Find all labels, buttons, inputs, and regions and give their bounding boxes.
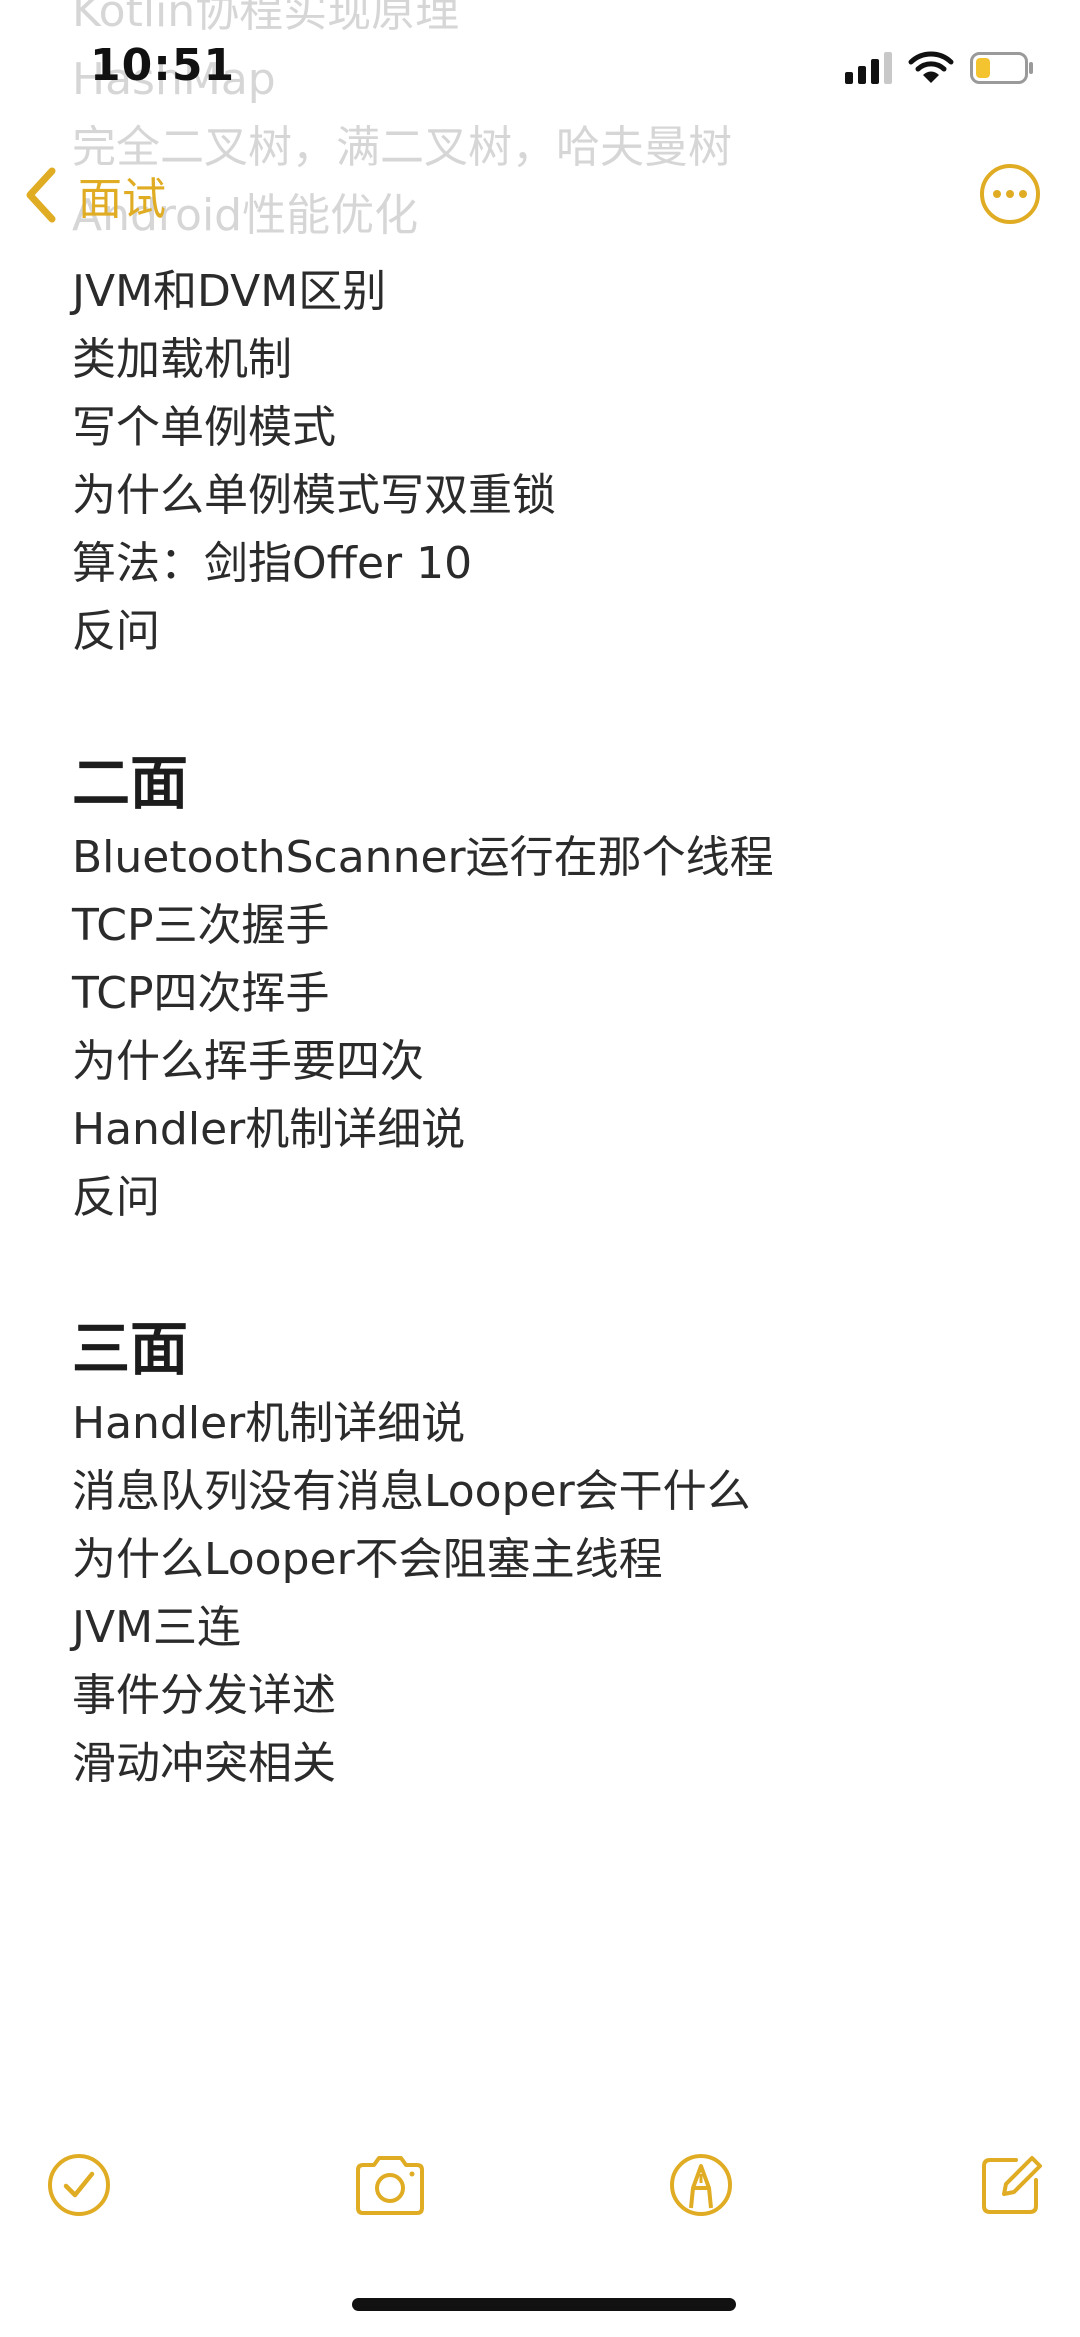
bottom-toolbar <box>0 2150 1080 2250</box>
compose-icon[interactable] <box>976 2150 1046 2220</box>
note-line: 写个单例模式 <box>72 402 336 453</box>
back-label: 面试 <box>78 174 166 225</box>
section-heading: 二面 <box>72 749 189 817</box>
note-line: 算法：剑指Offer 10 <box>72 538 473 589</box>
status-bar: 10:51 <box>0 0 1080 140</box>
cellular-signal-icon <box>845 52 892 84</box>
note-line: 反问 <box>72 1172 160 1223</box>
note-line: Handler机制详细说 <box>72 1398 466 1449</box>
wifi-icon <box>908 51 954 83</box>
note-line: 事件分发详述 <box>72 1670 336 1721</box>
more-options-icon[interactable] <box>978 162 1042 226</box>
note-line: 为什么Looper不会阻塞主线程 <box>72 1534 663 1585</box>
note-line: 消息队列没有消息Looper会干什么 <box>72 1466 751 1517</box>
note-line: 反问 <box>72 606 160 657</box>
battery-low-icon <box>970 52 1033 84</box>
note-line: TCP四次挥手 <box>72 968 330 1019</box>
markup-pen-icon[interactable] <box>666 2150 736 2220</box>
note-content[interactable]: JVM和DVM区别 类加载机制 写个单例模式 为什么单例模式写双重锁 算法：剑指… <box>72 258 1012 1798</box>
note-line: TCP三次握手 <box>72 900 330 951</box>
note-line: 类加载机制 <box>72 334 292 385</box>
battery-fill <box>976 58 990 78</box>
camera-icon[interactable] <box>352 2150 428 2220</box>
back-button[interactable]: 面试 <box>22 162 166 228</box>
note-line: BluetoothScanner运行在那个线程 <box>72 832 774 883</box>
section-heading: 三面 <box>72 1315 189 1383</box>
chevron-left-icon <box>26 167 56 223</box>
note-line: Handler机制详细说 <box>72 1104 466 1155</box>
nav-bar: 面试 <box>0 150 1080 240</box>
checklist-icon[interactable] <box>44 2150 114 2220</box>
note-line: JVM三连 <box>72 1602 242 1653</box>
note-line: JVM和DVM区别 <box>72 266 387 317</box>
status-time: 10:51 <box>90 40 236 91</box>
note-line: 为什么挥手要四次 <box>72 1036 424 1087</box>
home-indicator[interactable] <box>352 2298 736 2311</box>
note-line: 滑动冲突相关 <box>72 1738 336 1789</box>
note-line: 为什么单例模式写双重锁 <box>72 470 556 521</box>
